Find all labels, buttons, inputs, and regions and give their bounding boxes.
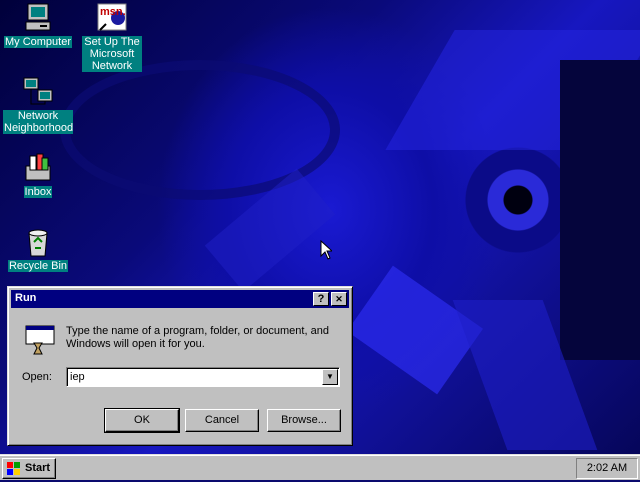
network-neighborhood-icon [22,76,54,108]
msn-logo-text: msn. [100,6,126,18]
chevron-down-icon: ▼ [326,372,334,381]
open-combobox[interactable]: ▼ [66,367,340,387]
desktop-icon-my-computer[interactable]: My Computer [2,2,74,48]
clock[interactable]: 2:02 AM [587,462,627,474]
desktop-icon-msn-setup[interactable]: msn. Set Up The Microsoft Network [76,2,148,72]
desktop-icon-label: Inbox [23,186,53,198]
close-button[interactable]: ✕ [331,292,347,306]
run-program-icon [24,323,56,355]
desktop-icon-network-neighborhood[interactable]: Network Neighborhood [2,76,74,134]
open-label: Open: [22,371,52,383]
ok-button[interactable]: OK [104,408,180,433]
mouse-cursor-icon [320,240,332,260]
windows-logo-icon [7,462,21,482]
start-label: Start [25,462,51,474]
browse-button[interactable]: Browse... [267,409,341,432]
recycle-bin-icon [22,226,54,258]
desktop-icon-label: Network Neighborhood [3,110,74,134]
desktop-icon-label: Recycle Bin [7,260,69,272]
desktop-icon-recycle-bin[interactable]: Recycle Bin [2,226,74,272]
help-button[interactable]: ? [313,292,329,306]
desktop-icon-label: My Computer [3,36,73,48]
dropdown-arrow-button[interactable]: ▼ [322,369,338,385]
run-dialog: Run ? ✕ Type the name of a program, fold… [7,286,353,446]
desktop: My Computer msn. Set Up The Microsoft Ne… [0,0,640,454]
taskbar: Start 2:02 AM [0,454,640,480]
run-dialog-titlebar[interactable]: Run ? ✕ [11,290,349,308]
msn-icon: msn. [96,2,128,34]
start-button[interactable]: Start [2,458,56,479]
inbox-icon [22,152,54,184]
my-computer-icon [22,2,54,34]
run-dialog-title: Run [15,292,37,304]
open-input[interactable] [70,370,316,384]
wallpaper-shape [347,265,483,395]
cancel-button[interactable]: Cancel [185,409,259,432]
system-tray: 2:02 AM [576,458,638,479]
run-dialog-description: Type the name of a program, folder, or d… [66,325,329,350]
desktop-icon-label: Set Up The Microsoft Network [82,36,142,72]
wallpaper-shape [560,60,640,360]
desktop-icon-inbox[interactable]: Inbox [2,152,74,198]
